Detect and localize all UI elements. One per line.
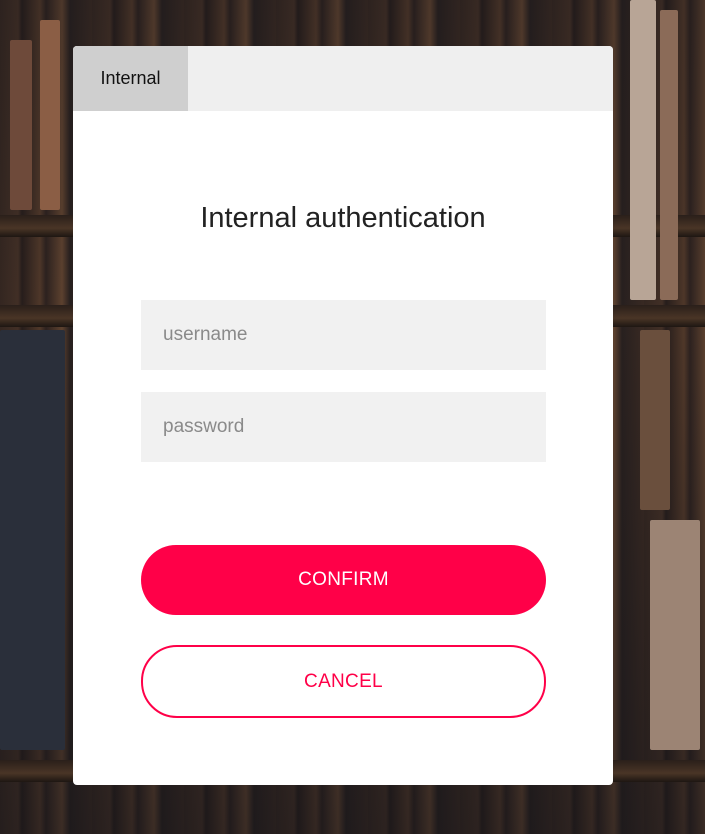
auth-dialog: Internal Internal authentication CONFIRM… [73,46,613,785]
username-input[interactable] [141,300,546,370]
book [640,330,670,510]
book [0,330,65,750]
book [40,20,60,210]
confirm-button[interactable]: CONFIRM [141,545,546,615]
book [650,520,700,750]
dialog-title: Internal authentication [200,202,486,234]
cancel-button[interactable]: CANCEL [141,645,546,718]
tab-internal[interactable]: Internal [73,46,188,111]
tab-bar: Internal [73,46,613,111]
book [660,10,678,300]
password-input[interactable] [141,392,546,462]
book [630,0,656,300]
book [10,40,32,210]
